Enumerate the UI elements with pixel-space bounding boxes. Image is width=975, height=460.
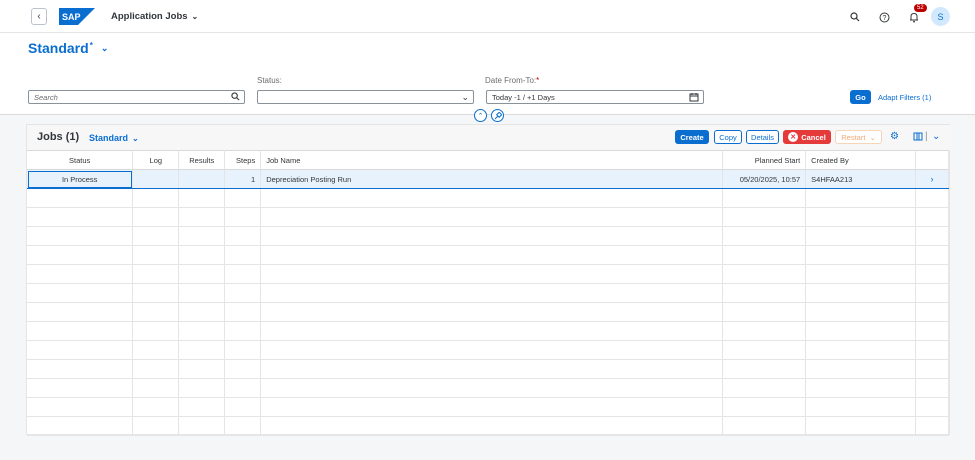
pin-icon [494,111,502,119]
chevron-down-icon: ⌄ [100,42,109,53]
cell-planned-start[interactable]: 05/20/2025, 10:57 [722,169,807,189]
row-navigation[interactable]: › [915,169,949,189]
svg-text:?: ? [882,15,886,22]
chevron-down-icon: ⌄ [869,132,876,142]
go-button[interactable]: Go [850,90,871,104]
chevron-down-icon: ⌄ [132,134,139,143]
cell-steps[interactable]: 1 [224,169,262,189]
search-input[interactable]: Search [28,90,245,104]
collapse-header-button[interactable]: ⌃ [474,109,487,122]
required-marker: * [536,76,540,85]
empty-row [27,245,949,265]
table-row[interactable]: In Process 1 Depreciation Posting Run 05… [27,169,949,189]
empty-row [27,207,949,227]
calendar-icon[interactable] [689,92,699,104]
variant-modified-marker: * [89,40,93,50]
cell-status[interactable]: In Process [27,169,134,189]
column-header-created-by[interactable]: Created By [805,150,916,170]
status-label: Status: [257,76,282,85]
empty-row [27,416,949,436]
table-header-row: Status Log Results Steps Job Name Planne… [27,150,949,170]
bell-icon[interactable] [907,10,921,24]
copy-button[interactable]: Copy [714,130,742,144]
chevron-down-icon[interactable]: ⌄ [461,92,469,103]
help-icon[interactable]: ? [877,10,891,24]
create-button[interactable]: Create [675,130,709,144]
search-icon[interactable] [848,10,862,24]
restart-button: Restart ⌄ [835,130,882,144]
sap-logo[interactable]: SAP [59,8,95,25]
pin-header-button[interactable] [491,109,504,122]
svg-text:SAP: SAP [62,12,81,22]
date-label: Date From-To:* [485,76,540,85]
details-button[interactable]: Details [746,130,779,144]
gear-icon[interactable]: ⚙ [890,131,899,142]
column-header-navigation [915,150,949,170]
chevron-right-icon: › [930,174,934,184]
cell-log[interactable] [132,169,180,189]
app-title: Application Jobs [111,11,188,22]
variant-title: Standard [28,40,89,56]
search-placeholder: Search [34,92,58,102]
jobs-table-panel: Jobs (1) Standard ⌄ Create Copy Details ✕… [26,124,951,436]
table-variant-selector[interactable]: Standard ⌄ [89,133,139,143]
date-range-input[interactable]: Today -1 / +1 Days [486,90,704,104]
chevron-up-icon: ⌃ [477,112,484,120]
column-header-status[interactable]: Status [27,150,134,170]
variant-management[interactable]: Standard * ⌄ [28,40,108,56]
column-header-results[interactable]: Results [178,150,226,170]
empty-row [27,359,949,379]
cell-job-name[interactable]: Depreciation Posting Run [260,169,724,189]
cancel-label: Cancel [801,132,826,142]
separator: | [925,131,928,142]
chevron-down-icon: ⌄ [191,12,199,21]
empty-row [27,226,949,246]
column-header-job-name[interactable]: Job Name [260,150,724,170]
table-toolbar: Jobs (1) Standard ⌄ Create Copy Details ✕… [27,125,951,150]
restart-label: Restart [841,132,866,142]
adapt-filters-link[interactable]: Adapt Filters (1) [878,93,931,102]
shell-bar: ‹ SAP Application Jobs ⌄ ? 52 S [0,0,975,33]
close-icon: ✕ [788,132,799,142]
empty-row [27,264,949,284]
chevron-left-icon: ‹ [37,11,41,22]
empty-row [27,283,949,303]
empty-row [27,188,949,208]
column-header-planned-start[interactable]: Planned Start [722,150,807,170]
status-select[interactable]: ⌄ [257,90,474,104]
notification-badge: 52 [914,4,927,12]
chevron-down-icon[interactable]: ⌄ [932,131,940,142]
column-header-log[interactable]: Log [132,150,180,170]
app-title-menu[interactable]: Application Jobs ⌄ [111,11,198,22]
empty-row [27,397,949,417]
empty-row [27,378,949,398]
cell-created-by[interactable]: S4HFAA213 [805,169,916,189]
search-icon[interactable] [231,92,240,103]
empty-row [27,321,949,341]
filter-bar: Standard * ⌄ Search Status: ⌄ Date From-… [0,33,975,122]
cell-results[interactable] [178,169,226,189]
jobs-table: Status Log Results Steps Job Name Planne… [27,150,949,436]
avatar[interactable]: S [931,7,950,26]
back-button[interactable]: ‹ [31,8,47,25]
table-title: Jobs (1) [37,131,80,143]
cancel-button[interactable]: ✕ Cancel [783,130,831,144]
table-variant-label: Standard [89,133,129,143]
export-icon[interactable] [913,131,923,144]
empty-row [27,302,949,322]
date-range-value: Today -1 / +1 Days [492,92,555,102]
column-header-steps[interactable]: Steps [224,150,262,170]
empty-row [27,340,949,360]
